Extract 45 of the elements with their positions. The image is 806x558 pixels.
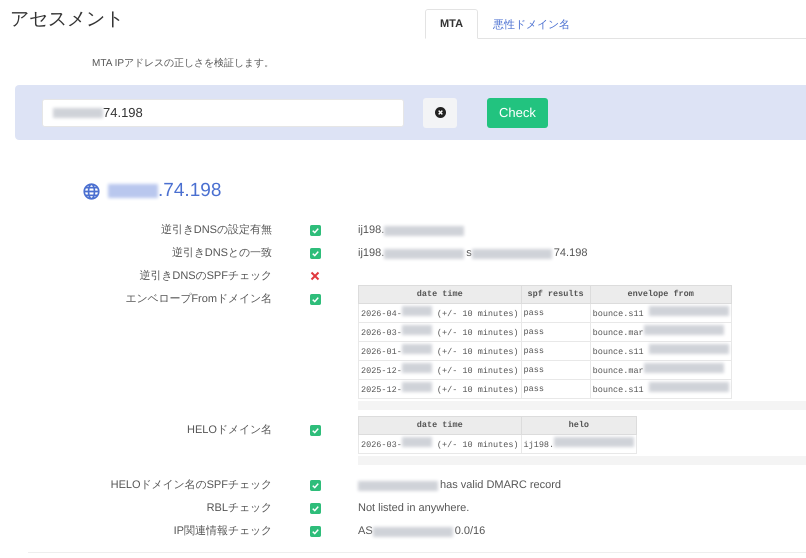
table-cell: 2026-01- (+/- 10 minutes) [358, 342, 522, 360]
host-address: .74.198 [108, 180, 222, 202]
check-result: ij198. s 74.198 [358, 246, 588, 261]
table-cell: pass [521, 304, 590, 322]
column-header: spf results [521, 286, 590, 304]
ip-field[interactable]: 74.198 [42, 98, 404, 126]
table-cell: bounce.s11 [590, 304, 732, 322]
table-cell: 2026-04- (+/- 10 minutes) [358, 304, 522, 322]
table-cell: bounce.s11 [590, 342, 732, 360]
close-icon [434, 107, 446, 118]
column-header: date time [358, 416, 522, 434]
check-label: 逆引きDNSの設定有無 [160, 222, 272, 238]
table-cell: bounce.mar [590, 322, 732, 342]
check-result: ij198. [358, 222, 806, 239]
check-label: HELOドメイン名 [186, 423, 272, 438]
redaction-mark [53, 108, 103, 118]
column-header: envelope from [590, 286, 732, 304]
table-cell: pass [521, 322, 590, 342]
globe-icon [83, 182, 100, 200]
table-cell: 2026-03- (+/- 10 minutes) [358, 434, 522, 454]
check-label: IP関連情報チェック [172, 524, 272, 539]
tab[interactable]: 悪性ドメイン名 [478, 9, 586, 39]
table-cell: ij198. [521, 434, 637, 454]
column-header: helo [521, 416, 637, 434]
table-cell: pass [521, 360, 590, 380]
check-label: 逆引きDNSとの一致 [170, 246, 272, 261]
table-cell: 2026-03- (+/- 10 minutes) [358, 322, 522, 342]
tab[interactable]: MTA [425, 9, 478, 39]
table-cell: 2025-12- (+/- 10 minutes) [358, 380, 522, 398]
clear-button[interactable] [423, 98, 457, 128]
column-header: date time [358, 286, 522, 304]
table-cell: 2025-12- (+/- 10 minutes) [358, 360, 522, 380]
description: MTA IPアドレスの正しさを検証します。 [92, 56, 276, 71]
check-result: Not listed in anywhere. [358, 501, 470, 516]
table-cell: bounce.mar [590, 360, 732, 380]
check-label: エンベロープFromドメイン名 [124, 292, 272, 307]
check-label: HELOドメイン名のSPFチェック [110, 478, 272, 493]
check-label: 逆引きDNSのSPFチェック [138, 268, 272, 284]
check-label: RBLチェック [206, 501, 272, 516]
page-title: アセスメント [10, 8, 125, 32]
table-cell: pass [521, 380, 590, 398]
table-cell: bounce.s11 [590, 380, 732, 398]
table-cell: pass [521, 342, 590, 360]
check-result: has valid DMARC record [358, 477, 806, 494]
check-result: AS 0.0/16 [358, 524, 486, 539]
